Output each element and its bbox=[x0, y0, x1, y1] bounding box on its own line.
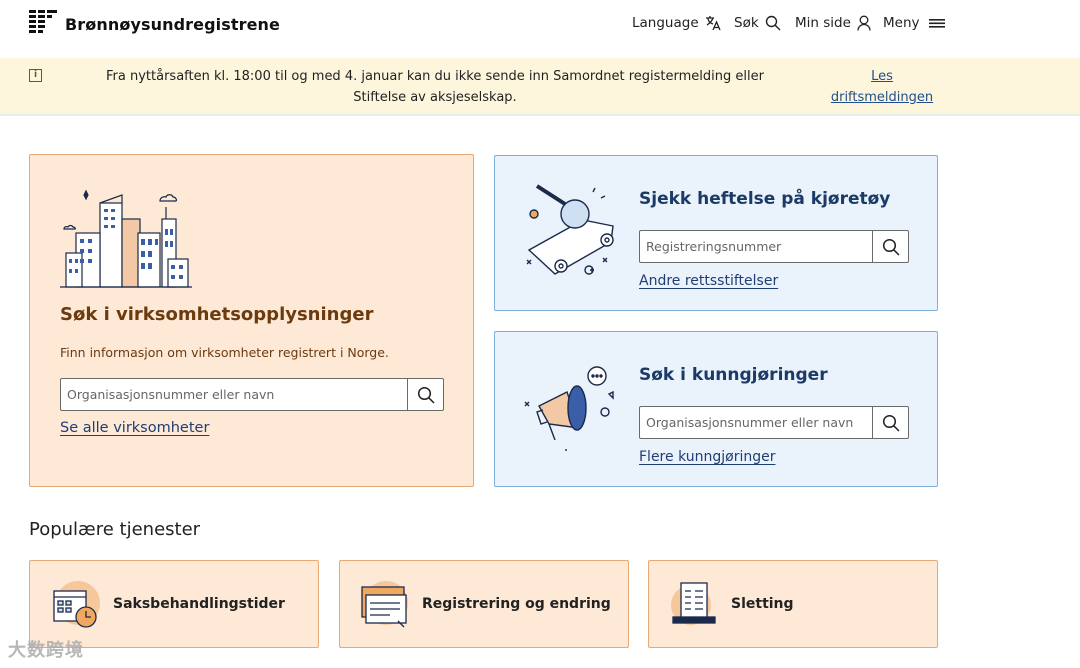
search-icon bbox=[765, 15, 781, 31]
megaphone-icon bbox=[524, 366, 614, 451]
company-search-button[interactable] bbox=[407, 379, 443, 410]
document-deletion-icon bbox=[671, 582, 716, 625]
forms-icon bbox=[361, 581, 408, 628]
site-header: Brønnøysundregistrene Language Søk Min s… bbox=[0, 0, 1080, 58]
brreg-logo-icon bbox=[29, 9, 57, 33]
company-search-title: Søk i virksomhetsopplysninger bbox=[60, 304, 374, 325]
car-magnifier-icon bbox=[526, 184, 614, 275]
vehicle-search-button[interactable] bbox=[872, 231, 908, 262]
info-icon: i bbox=[29, 69, 42, 82]
nav-my-page[interactable]: Min side bbox=[795, 13, 871, 33]
company-search-card: Søk i virksomhetsopplysninger Finn infor… bbox=[29, 154, 474, 487]
company-search-description: Finn informasjon om virksomheter registr… bbox=[60, 345, 389, 360]
announcement-search-button[interactable] bbox=[872, 407, 908, 438]
logo-text: Brønnøysundregistrene bbox=[65, 15, 280, 34]
nav-menu-label: Meny bbox=[883, 15, 920, 31]
vehicle-search-title: Sjekk heftelse på kjøretøy bbox=[639, 189, 891, 209]
popular-item-label: Registrering og endring bbox=[422, 596, 611, 612]
company-search-box bbox=[60, 378, 444, 411]
popular-item-deletion[interactable]: Sletting bbox=[648, 560, 938, 648]
city-buildings-icon bbox=[60, 189, 192, 288]
popular-item-processing-times[interactable]: Saksbehandlingstider bbox=[29, 560, 319, 648]
hamburger-icon bbox=[928, 19, 945, 28]
watermark: 大数跨境 bbox=[8, 640, 84, 661]
notice-text: Fra nyttårsaften kl. 18:00 til og med 4.… bbox=[106, 69, 764, 105]
notice-link[interactable]: Les driftsmeldingen bbox=[822, 66, 942, 108]
popular-item-label: Saksbehandlingstider bbox=[113, 596, 285, 612]
nav-menu[interactable]: Meny bbox=[883, 13, 946, 33]
nav-language[interactable]: Language bbox=[632, 13, 721, 33]
company-search-input[interactable] bbox=[61, 379, 407, 410]
translate-icon bbox=[705, 16, 721, 31]
calendar-clock-icon bbox=[53, 581, 100, 628]
vehicle-search-link[interactable]: Andre rettsstiftelser bbox=[639, 273, 778, 289]
vehicle-search-card: Sjekk heftelse på kjøretøy Andre rettsst… bbox=[494, 155, 938, 311]
announcement-search-input[interactable] bbox=[640, 407, 872, 438]
announcement-search-card: Søk i kunngjøringer Flere kunngjøringer bbox=[494, 331, 938, 487]
popular-services-title: Populære tjenester bbox=[29, 519, 201, 540]
popular-item-label: Sletting bbox=[731, 596, 794, 612]
nav-language-label: Language bbox=[632, 15, 699, 31]
announcement-search-link[interactable]: Flere kunngjøringer bbox=[639, 449, 775, 465]
search-icon bbox=[417, 386, 435, 404]
search-icon bbox=[882, 414, 900, 432]
nav-my-page-label: Min side bbox=[795, 15, 851, 31]
vehicle-search-input[interactable] bbox=[640, 231, 872, 262]
nav-search-label: Søk bbox=[734, 15, 759, 31]
user-icon bbox=[857, 15, 871, 31]
vehicle-search-box bbox=[639, 230, 909, 263]
search-icon bbox=[882, 238, 900, 256]
logo[interactable]: Brønnøysundregistrene bbox=[29, 9, 280, 34]
notice-banner: i Fra nyttårsaften kl. 18:00 til og med … bbox=[0, 58, 1080, 116]
announcement-search-title: Søk i kunngjøringer bbox=[639, 365, 828, 385]
company-search-link[interactable]: Se alle virksomheter bbox=[60, 420, 209, 436]
popular-item-registration[interactable]: Registrering og endring bbox=[339, 560, 629, 648]
announcement-search-box bbox=[639, 406, 909, 439]
nav-search[interactable]: Søk bbox=[734, 13, 781, 33]
